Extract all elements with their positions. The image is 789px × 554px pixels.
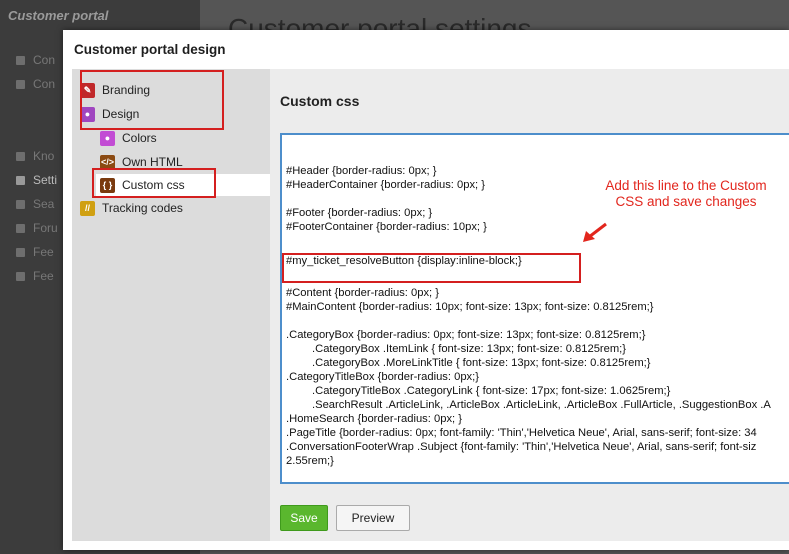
nav-item-tracking-codes[interactable]: // Tracking codes [80, 197, 270, 219]
css-line: #Content {border-radius: 0px; } [286, 287, 439, 299]
css-line: .CategoryTitleBox .CategoryLink { font-s… [312, 385, 671, 397]
css-line: #FooterContainer {border-radius: 10px; } [286, 221, 487, 233]
css-line: #Header {border-radius: 0px; } [286, 165, 437, 177]
css-line: .CategoryTitleBox {border-radius: 0px;} [286, 371, 479, 383]
nav-item-label: Design [102, 107, 140, 121]
panel-title: Custom css [280, 93, 360, 109]
nav-item-label: Custom css [122, 178, 185, 192]
nav-item-custom-css[interactable]: { } Custom css [96, 174, 270, 196]
nav-item-branding[interactable]: ✎ Branding [80, 79, 270, 101]
code-tag-icon: </> [100, 154, 115, 170]
nav-item-colors[interactable]: ● Colors [100, 127, 270, 149]
menu-icon [16, 79, 25, 89]
nav-item-label: Tracking codes [102, 201, 183, 215]
palette-icon: ● [80, 106, 95, 122]
preview-button[interactable]: Preview [336, 505, 410, 531]
menu-icon [16, 223, 25, 233]
background-page-title: Customer portal settings [228, 13, 532, 32]
css-line: #Footer {border-radius: 0px; } [286, 207, 433, 219]
css-line: .CategoryBox .MoreLinkTitle { font-size:… [312, 357, 651, 369]
css-line-added: #my_ticket_resolveButton {display:inline… [286, 255, 522, 267]
braces-icon: { } [100, 177, 115, 193]
save-button[interactable]: Save [280, 505, 328, 531]
nav-item-label: Own HTML [122, 155, 183, 169]
customer-portal-design-dialog: Customer portal design ✎ Branding ● Desi… [63, 30, 789, 550]
menu-icon [16, 247, 25, 257]
menu-icon [16, 271, 25, 281]
css-line: .PageTitle {border-radius: 0px; font-fam… [286, 427, 757, 439]
colors-icon: ● [100, 130, 115, 146]
menu-icon [16, 199, 25, 209]
brush-icon: ✎ [80, 82, 95, 98]
tracking-icon: // [80, 200, 95, 216]
dialog-body: ✎ Branding ● Design ● Colors </> Own HTM… [72, 69, 789, 550]
dialog-title: Customer portal design [74, 42, 226, 57]
css-line: .CategoryBox .ItemLink { font-size: 13px… [312, 343, 627, 355]
nav-item-label: Branding [102, 83, 151, 97]
nav-item-own-html[interactable]: </> Own HTML [100, 151, 270, 173]
menu-icon [16, 175, 25, 185]
css-line: 2.55rem;} [286, 455, 334, 467]
css-line: .CategoryBox {border-radius: 0px; font-s… [286, 329, 646, 341]
css-line: .SearchResult .ArticleLink, .ArticleBox … [312, 399, 771, 411]
css-line: .HomeSearch {border-radius: 0px; } [286, 413, 462, 425]
css-line: .ConversationFooterWrap .Subject {font-f… [286, 441, 757, 453]
css-line: #HeaderContainer {border-radius: 0px; } [286, 179, 486, 191]
custom-css-panel: Custom css #Header {border-radius: 0px; … [270, 69, 789, 541]
nav-item-design[interactable]: ● Design [80, 103, 270, 125]
annotation-text: Add this line to the Custom CSS and save… [605, 178, 767, 209]
arrow-icon [583, 222, 607, 242]
background-app-title: Customer portal [8, 8, 109, 23]
design-nav: ✎ Branding ● Design ● Colors </> Own HTM… [72, 69, 270, 541]
css-line: #MainContent {border-radius: 10px; font-… [286, 301, 654, 313]
nav-item-label: Colors [122, 131, 157, 145]
menu-icon [16, 151, 25, 161]
menu-icon [16, 55, 25, 65]
